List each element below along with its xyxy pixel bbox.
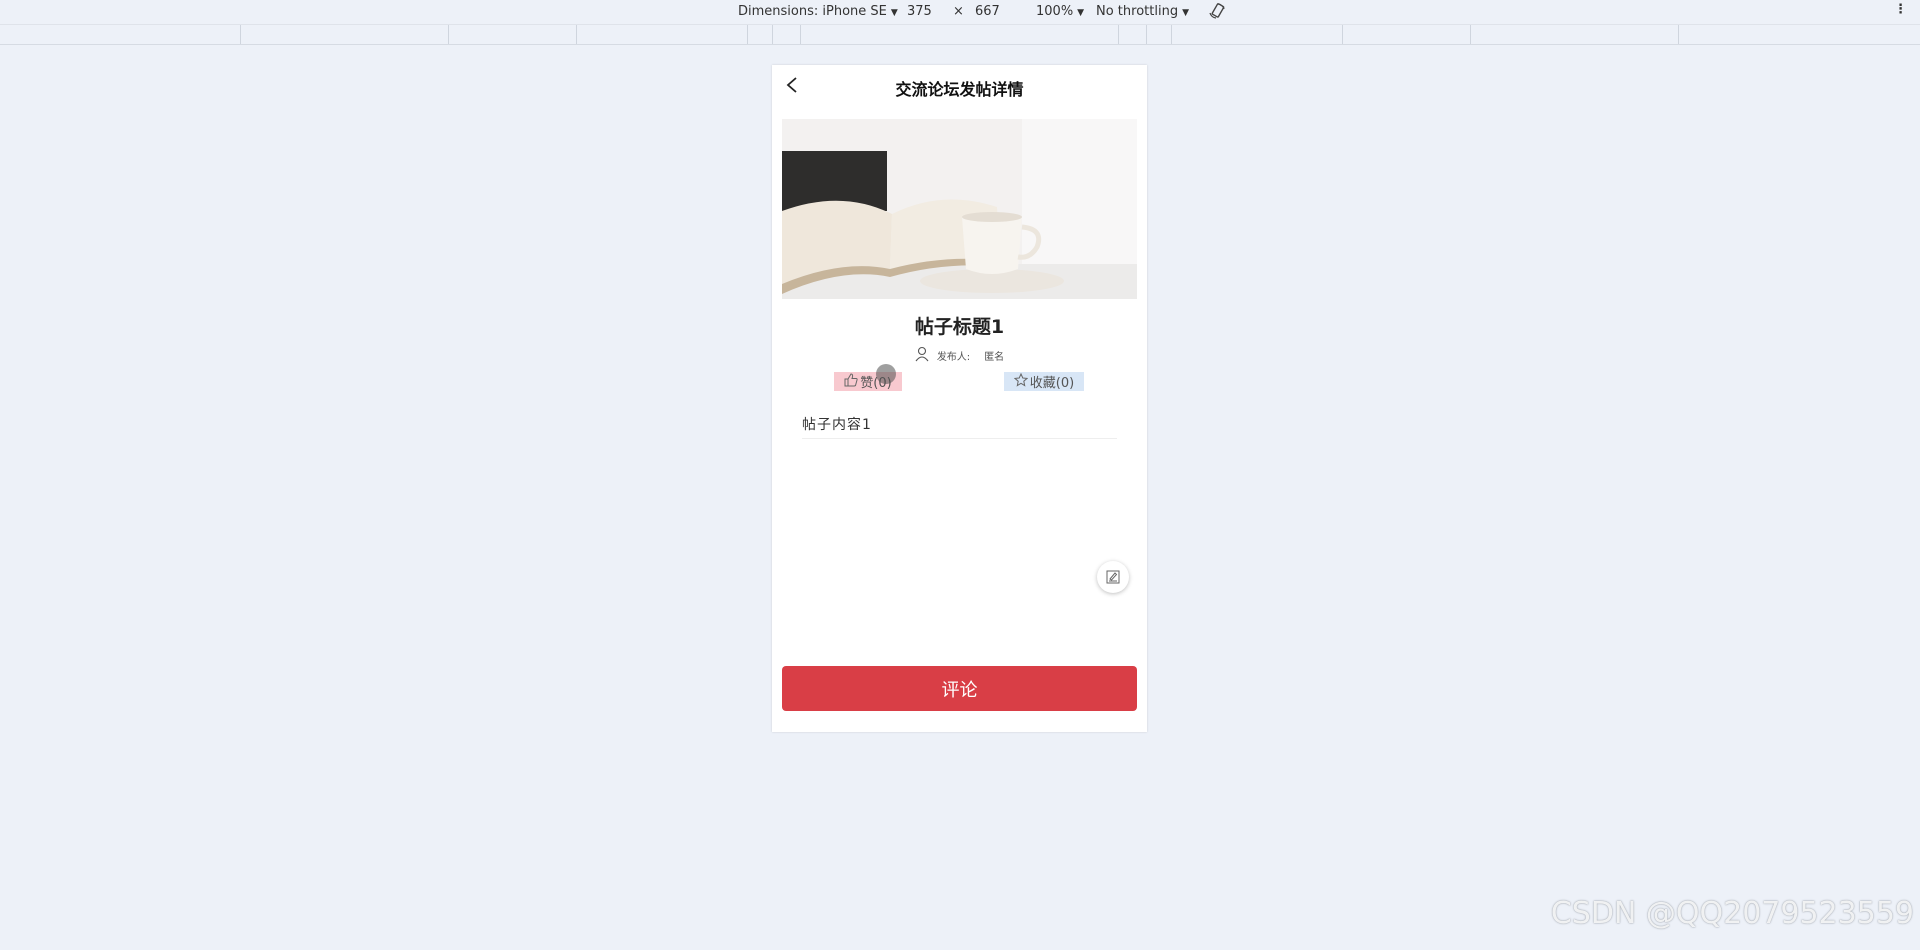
more-icon[interactable]: ⋮: [1894, 2, 1907, 17]
post-content: 帖子内容1: [802, 414, 1117, 439]
device-select-label: Dimensions: iPhone SE: [738, 4, 887, 19]
phone-viewport: 交流论坛发帖详情 帖子标题1 发布人: 匿名 赞(0) 收藏(0) 帖子内容1 …: [772, 65, 1147, 732]
ruler-tick: [1171, 25, 1172, 44]
height-input[interactable]: 667: [975, 4, 1000, 19]
ruler-tick: [576, 25, 577, 44]
post-cover-image: [782, 119, 1137, 299]
zoom-select[interactable]: 100% ▼: [1036, 4, 1084, 19]
touch-cursor: [876, 364, 896, 384]
post-meta: 发布人: 匿名: [772, 346, 1147, 365]
favorite-label: 收藏(0): [1029, 376, 1075, 391]
ruler-tick: [800, 25, 801, 44]
device-select[interactable]: Dimensions: iPhone SE ▼: [738, 4, 898, 19]
devtools-device-toolbar: Dimensions: iPhone SE ▼ 375 × 667 100% ▼ N…: [0, 0, 1920, 25]
ruler: [0, 25, 1920, 45]
ruler-tick: [1146, 25, 1147, 44]
dimension-times-sign: ×: [953, 4, 964, 19]
publisher-value: 匿名: [984, 352, 1005, 363]
favorite-button[interactable]: 收藏(0): [1004, 372, 1084, 391]
post-actions: 赞(0) 收藏(0): [772, 372, 1147, 392]
page-title: 交流论坛发帖详情: [895, 80, 1024, 99]
comment-button[interactable]: 评论: [782, 666, 1137, 711]
throttling-select[interactable]: No throttling ▼: [1096, 4, 1189, 19]
dropdown-caret-icon: ▼: [1077, 8, 1085, 18]
nav-bar: 交流论坛发帖详情: [772, 65, 1147, 107]
ruler-tick: [1678, 25, 1679, 44]
edit-icon[interactable]: [1097, 561, 1129, 593]
dropdown-caret-icon: ▼: [1182, 8, 1189, 18]
ruler-tick: [1118, 25, 1119, 44]
ruler-tick: [448, 25, 449, 44]
zoom-label: 100%: [1036, 4, 1074, 19]
ruler-tick: [1470, 25, 1471, 44]
ruler-tick: [772, 25, 773, 44]
star-icon: [1013, 372, 1030, 391]
ruler-tick: [240, 25, 241, 44]
throttling-label: No throttling: [1096, 4, 1179, 19]
watermark: CSDN @QQ2079523559: [1550, 896, 1914, 931]
publisher-label: 发布人:: [936, 352, 971, 363]
rotate-icon[interactable]: [1208, 2, 1226, 24]
thumbs-up-icon: [844, 372, 860, 391]
user-icon: [915, 346, 929, 365]
post-title: 帖子标题1: [914, 316, 1005, 338]
ruler-tick: [747, 25, 748, 44]
width-input[interactable]: 375: [907, 4, 932, 19]
dropdown-caret-icon: ▼: [890, 8, 898, 18]
ruler-tick: [1342, 25, 1343, 44]
